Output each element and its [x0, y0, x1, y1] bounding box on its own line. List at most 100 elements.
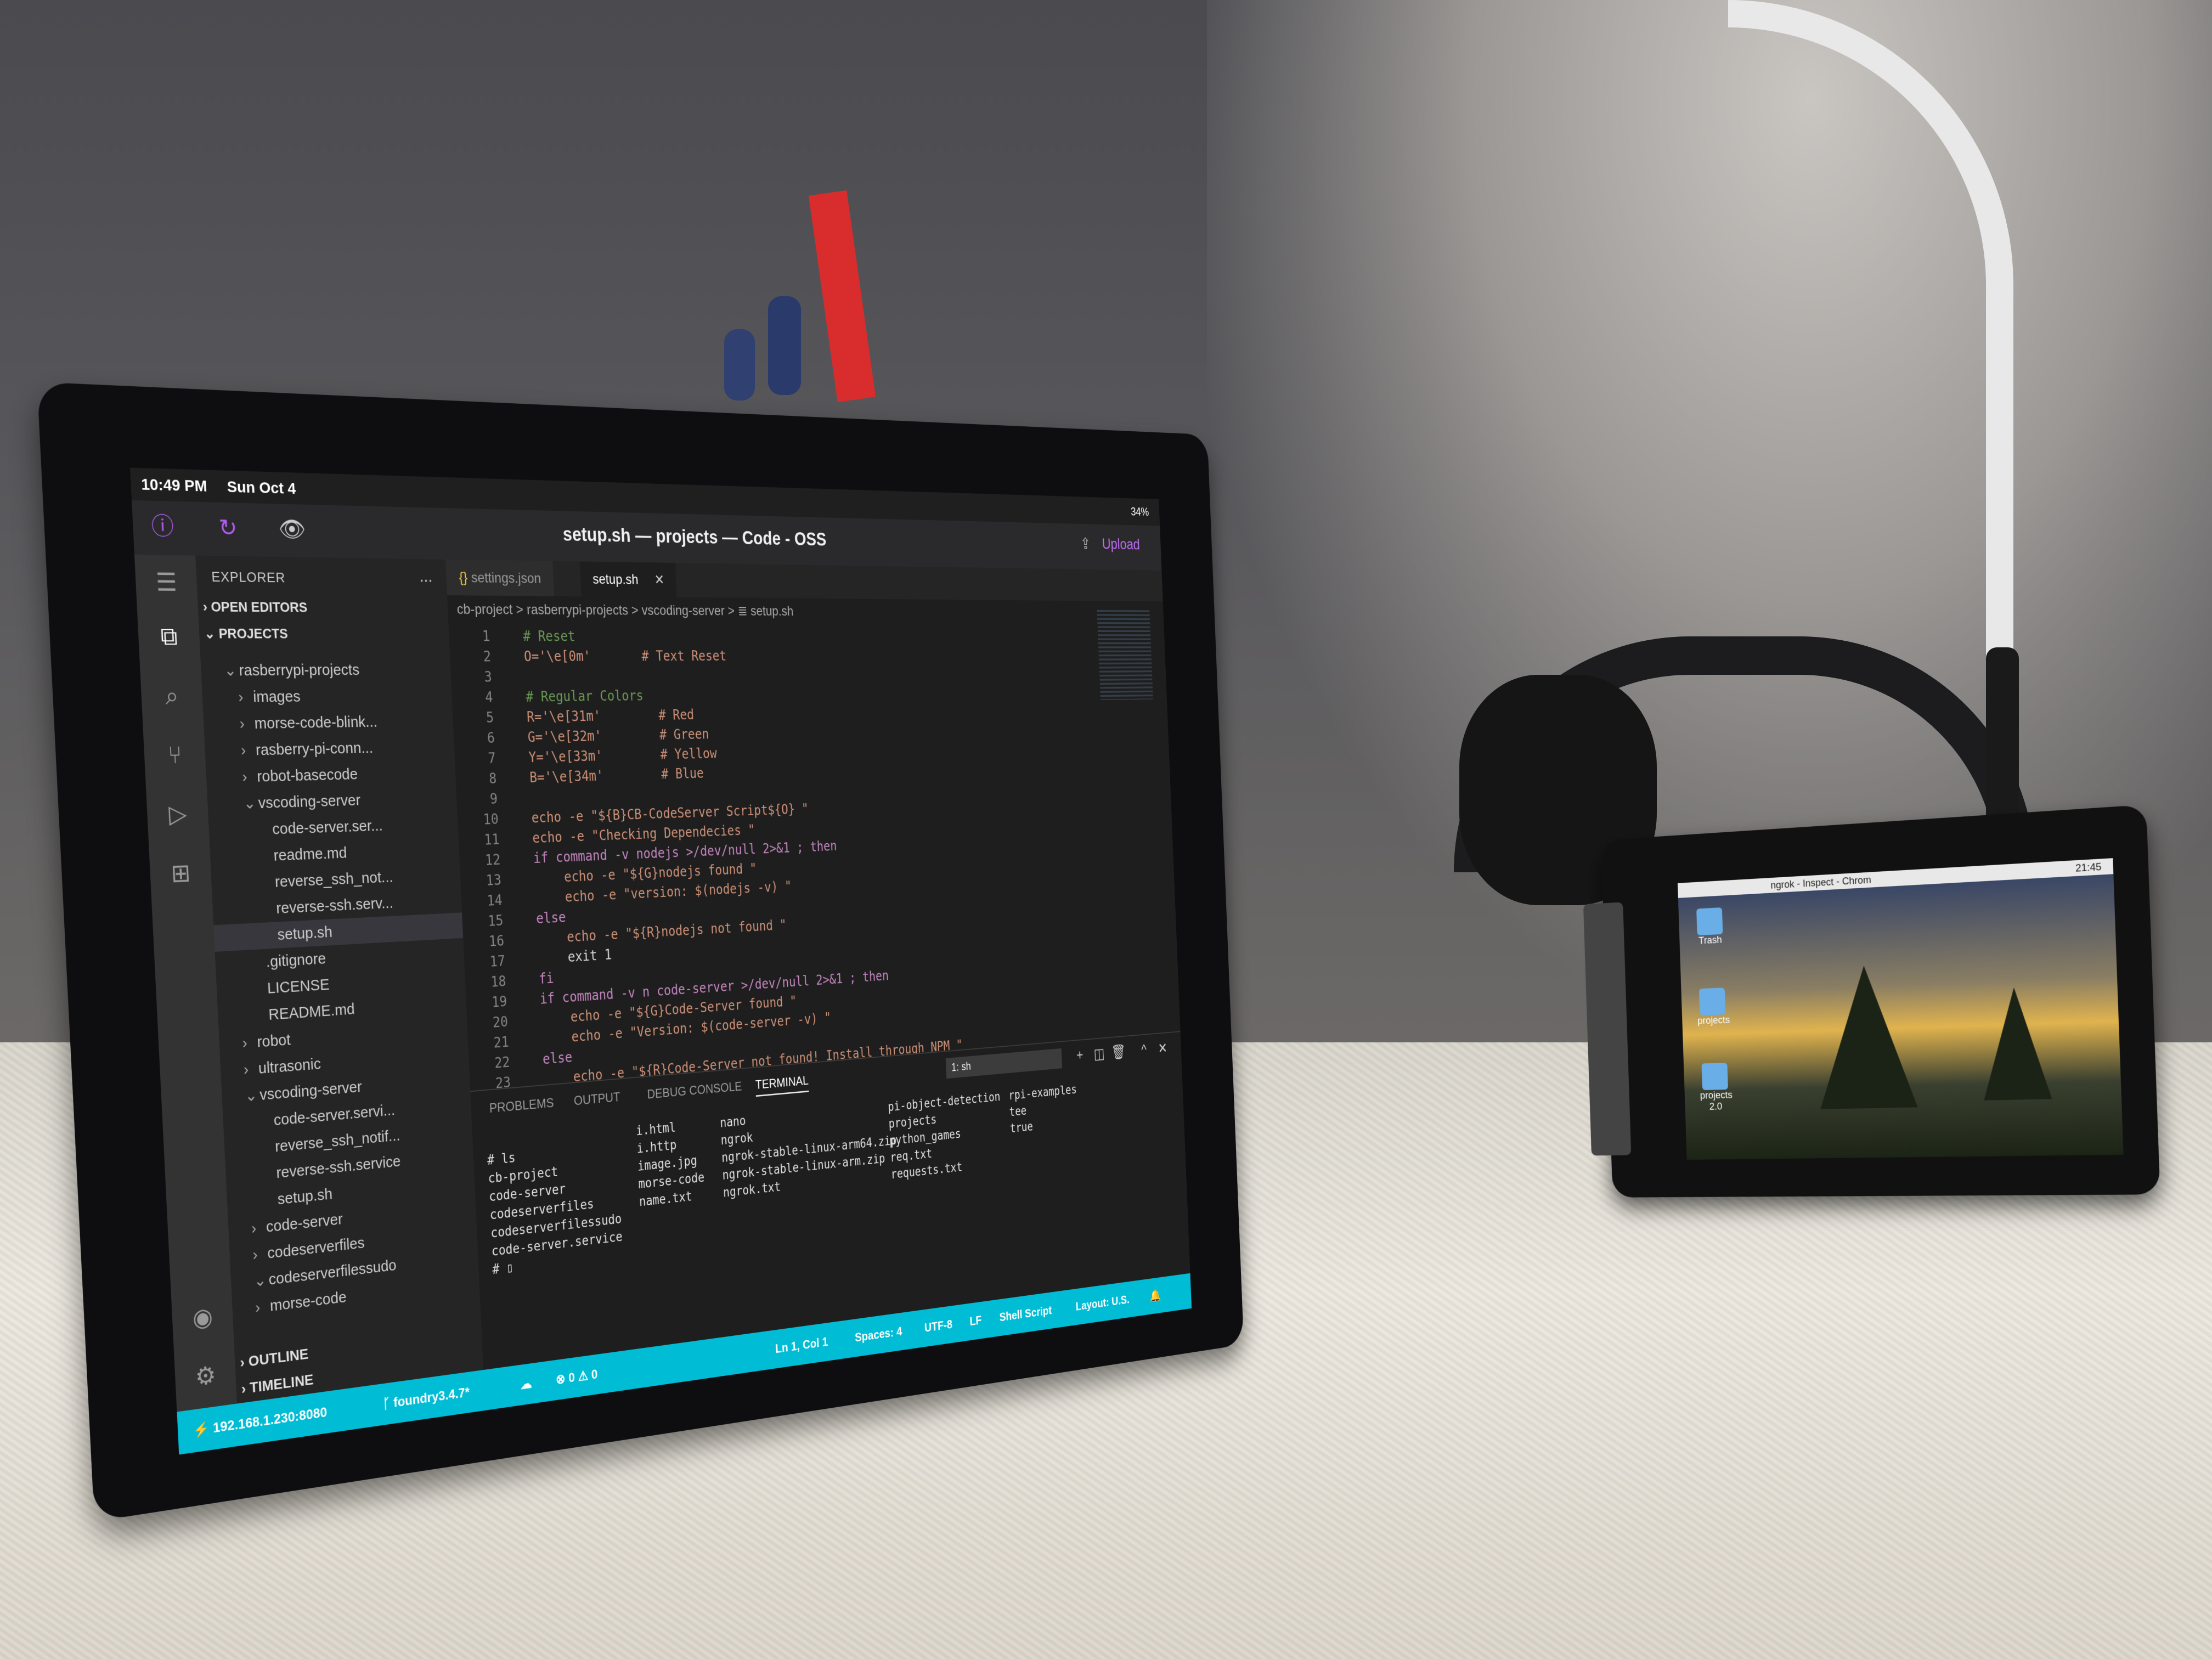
- battery-level: 34%: [1130, 504, 1149, 519]
- tree-item-label: vscoding-server: [257, 791, 361, 812]
- desktop-icon-label: Trash: [1698, 934, 1722, 946]
- code-text: G='\e[32m' # Green: [512, 726, 709, 746]
- upload-button[interactable]: Upload: [1102, 535, 1140, 554]
- line-number: 3: [483, 668, 493, 686]
- search-icon[interactable]: ⌕: [156, 679, 188, 712]
- tab-setup-sh[interactable]: setup.sh ✕: [579, 561, 677, 597]
- json-icon: {}: [459, 569, 468, 585]
- open-editors-section[interactable]: › OPEN EDITORS: [202, 599, 308, 616]
- tree-item-label: morse-code: [269, 1288, 347, 1315]
- line-number: 20: [492, 1013, 509, 1031]
- projects2-desktop-icon[interactable]: projects 2.0: [1699, 1063, 1733, 1113]
- remote-indicator[interactable]: ⚡ 192.168.1.230:8080: [193, 1404, 327, 1439]
- code-line[interactable]: 2 O='\e[0m' # Text Reset: [449, 646, 1074, 667]
- line-number: 7: [487, 749, 496, 767]
- settings-gear-icon[interactable]: ⚙: [190, 1358, 222, 1393]
- red-pencil: [808, 190, 876, 403]
- ipad-screen: 10:49 PM Sun Oct 4 34% ⓘ ↻ 👁 setup.sh — …: [130, 467, 1192, 1455]
- run-debug-icon[interactable]: ▷: [162, 797, 194, 831]
- tree-item-label: rasberry-pi-conn...: [255, 739, 374, 759]
- keyboard-layout[interactable]: Layout: U.S.: [1075, 1293, 1130, 1314]
- line-number: 11: [483, 831, 500, 849]
- chevron-icon: ›: [255, 1299, 261, 1317]
- tab-debug-console[interactable]: DEBUG CONSOLE: [647, 1079, 742, 1102]
- tab-problems[interactable]: PROBLEMS: [489, 1095, 554, 1116]
- projects-label: PROJECTS: [218, 625, 289, 642]
- minimap[interactable]: [1097, 610, 1153, 700]
- tab-label: settings.json: [471, 569, 541, 586]
- trash-desktop-icon[interactable]: Trash: [1694, 907, 1725, 947]
- line-number: 22: [494, 1053, 510, 1072]
- new-terminal-icon[interactable]: +: [1076, 1047, 1084, 1064]
- tree-item[interactable]: › images: [202, 682, 453, 711]
- open-editors-label: OPEN EDITORS: [210, 599, 308, 616]
- ipad-device: 10:49 PM Sun Oct 4 34% ⓘ ↻ 👁 setup.sh — …: [37, 382, 1244, 1522]
- pi-touchscreen: ngrok - Inspect - Chrom 21:45 Trash proj…: [1677, 858, 2124, 1160]
- trash-icon: [1696, 907, 1723, 936]
- breadcrumb[interactable]: cb-project > rasberrypi-projects > vscod…: [456, 601, 794, 619]
- trash-icon[interactable]: 🗑: [1111, 1043, 1126, 1061]
- file-icon: [1701, 1063, 1728, 1091]
- line-number: 13: [486, 871, 502, 889]
- cloud-icon[interactable]: ☁: [520, 1375, 532, 1392]
- chevron-icon: ›: [252, 1245, 258, 1264]
- problems-count[interactable]: ⊗ 0 ⚠ 0: [555, 1366, 598, 1387]
- tab-settings-json[interactable]: {} settings.json: [445, 559, 555, 596]
- projects-section[interactable]: ⌄ PROJECTS: [204, 625, 289, 642]
- account-icon[interactable]: ◉: [187, 1300, 218, 1335]
- more-actions-icon[interactable]: ...: [419, 566, 433, 586]
- extensions-icon[interactable]: ⊞: [165, 856, 196, 890]
- raspberry-pi-case: ngrok - Inspect - Chrom 21:45 Trash proj…: [1583, 804, 2160, 1198]
- line-number: 8: [488, 770, 497, 787]
- chevron-icon: [263, 1204, 278, 1206]
- tree-item-label: .gitignore: [266, 950, 326, 971]
- code-text: # Reset: [507, 628, 576, 645]
- upload-icon[interactable]: ⇪: [1080, 535, 1091, 553]
- close-panel-icon[interactable]: ✕: [1158, 1039, 1167, 1057]
- menu-icon[interactable]: ☰: [150, 566, 183, 599]
- language-mode[interactable]: Shell Script: [999, 1303, 1052, 1324]
- terminal-select[interactable]: 1: sh: [945, 1048, 1063, 1079]
- code-line[interactable]: 1 # Reset: [449, 626, 1074, 646]
- line-number: 6: [487, 729, 495, 747]
- code-text: fi: [523, 969, 555, 989]
- indentation[interactable]: Spaces: 4: [855, 1324, 902, 1345]
- terminal-column: # ls cb-project code-server codeserverfiles…: [487, 1139, 623, 1279]
- pi-window-title[interactable]: ngrok - Inspect - Chrom: [1770, 874, 1871, 891]
- chevron-icon: [253, 994, 268, 995]
- tree-item[interactable]: ⌄rasberrypi-projects: [200, 657, 451, 684]
- chevron-icon: ⌄: [243, 794, 257, 812]
- git-branch[interactable]: ᚴ foundry3.4.7*: [382, 1384, 470, 1412]
- tree-item[interactable]: › morse-code-blink...: [203, 708, 454, 738]
- close-icon[interactable]: ✕: [654, 572, 664, 588]
- code-editor[interactable]: 1 # Reset 2 O='\e[0m' # Text Reset 3 4 # Re…: [449, 626, 1090, 1112]
- tab-output[interactable]: OUTPUT: [573, 1089, 620, 1108]
- encoding[interactable]: UTF-8: [924, 1317, 952, 1335]
- tab-label: setup.sh: [592, 571, 639, 588]
- tab-terminal[interactable]: TERMINAL: [755, 1073, 809, 1097]
- tree-item-label: robot-basecode: [256, 765, 358, 786]
- code-text: else: [527, 1048, 573, 1069]
- chevron-icon: [258, 834, 273, 835]
- bell-icon[interactable]: 🔔: [1149, 1288, 1161, 1304]
- terminal-column: nano ngrok ngrok-stable-linux-arm64.zip ngr…: [720, 1098, 899, 1202]
- timeline-section[interactable]: › TIMELINE: [241, 1371, 314, 1397]
- editor-area: {} settings.json setup.sh ✕ cb-project >…: [445, 559, 1190, 1370]
- line-ending[interactable]: LF: [969, 1313, 982, 1329]
- outline-section[interactable]: › OUTLINE: [240, 1346, 309, 1372]
- files-icon[interactable]: ⧉: [153, 620, 185, 652]
- cursor-position[interactable]: Ln 1, Col 1: [775, 1334, 828, 1356]
- status-date: Sun Oct 4: [227, 478, 297, 498]
- maximize-panel-icon[interactable]: ^: [1141, 1041, 1147, 1058]
- line-number: 19: [491, 992, 507, 1011]
- split-terminal-icon[interactable]: ◫: [1093, 1045, 1105, 1063]
- projects-desktop-icon[interactable]: projects: [1696, 988, 1730, 1026]
- line-number: 2: [483, 648, 492, 665]
- tree-item-label: setup.sh: [277, 1185, 333, 1209]
- chevron-icon: [262, 1178, 276, 1180]
- chevron-icon: ›: [241, 1034, 248, 1052]
- tree-item-label: robot: [256, 1031, 291, 1051]
- source-control-icon[interactable]: ⑂: [159, 738, 191, 771]
- terminal-column: rpi-examples tee true: [1008, 1081, 1079, 1137]
- explorer-header: EXPLORER: [211, 568, 286, 586]
